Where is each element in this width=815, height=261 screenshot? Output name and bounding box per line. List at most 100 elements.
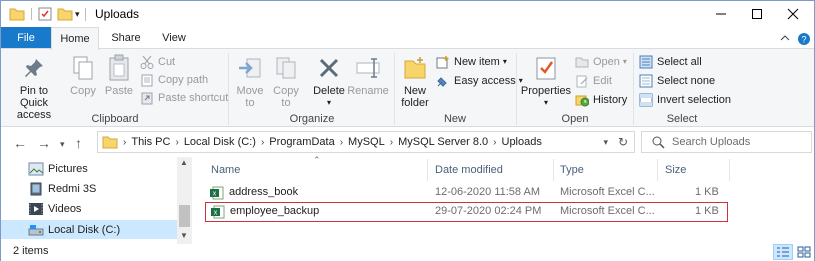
nav-item-pictures[interactable]: Pictures: [28, 159, 88, 178]
column-divider[interactable]: [657, 159, 658, 181]
tab-home[interactable]: Home: [51, 27, 99, 50]
properties-dropdown-icon: ▾: [543, 98, 548, 107]
copy-to-button[interactable]: Copy to: [269, 53, 303, 109]
close-button[interactable]: [770, 1, 815, 27]
breadcrumb-chevron-icon[interactable]: ›: [123, 137, 126, 148]
select-all-label: Select all: [657, 55, 702, 68]
easy-access-button[interactable]: Easy access ▾: [435, 72, 523, 89]
column-header-name[interactable]: Name: [211, 164, 240, 176]
nav-item-local-disk[interactable]: Local Disk (C:): [1, 220, 177, 239]
forward-arrow-icon[interactable]: →: [37, 135, 51, 151]
copy-icon: [67, 53, 99, 83]
column-header-date[interactable]: Date modified: [435, 164, 503, 176]
scroll-up-icon[interactable]: ▲: [180, 158, 188, 167]
properties-button[interactable]: Properties ▾: [520, 53, 572, 109]
paste-icon: [103, 53, 135, 83]
breadcrumb-this-pc[interactable]: This PC: [131, 136, 170, 148]
up-arrow-icon[interactable]: ↑: [75, 135, 82, 151]
paste-shortcut-icon: [139, 91, 155, 105]
large-icons-view-button[interactable]: [794, 244, 814, 260]
easy-access-icon: [435, 74, 451, 88]
scrollbar-thumb[interactable]: [179, 205, 190, 227]
back-arrow-icon[interactable]: ←: [13, 135, 27, 151]
invert-selection-label: Invert selection: [657, 93, 731, 106]
recent-locations-icon[interactable]: ▾: [60, 139, 65, 150]
address-bar[interactable]: › This PC › Local Disk (C:) › ProgramDat…: [97, 131, 635, 153]
expand-ribbon-icon[interactable]: [779, 32, 791, 44]
file-name: employee_backup: [230, 205, 320, 217]
rename-icon: [352, 53, 384, 83]
breadcrumb-chevron-icon[interactable]: ›: [493, 137, 496, 148]
nav-label: Pictures: [48, 162, 88, 175]
column-divider[interactable]: [553, 159, 554, 181]
search-input[interactable]: Search Uploads: [641, 131, 812, 153]
breadcrumb-chevron-icon[interactable]: ›: [340, 137, 343, 148]
navigation-bar: ← → ▾ ↑ › This PC › Local Disk (C:) › Pr…: [1, 127, 814, 157]
rename-button[interactable]: Rename: [347, 53, 389, 97]
help-icon[interactable]: ?: [797, 32, 811, 45]
new-item-label: New item: [454, 55, 500, 68]
address-folder-icon: [102, 135, 118, 149]
history-icon: [574, 93, 590, 107]
file-row-employee-backup[interactable]: x employee_backup 29-07-2020 02:24 PM Mi…: [205, 202, 728, 222]
pin-to-quick-access-button[interactable]: Pin to Quick access: [5, 53, 63, 121]
videos-icon: [28, 202, 44, 216]
file-row-address-book[interactable]: x address_book 12-06-2020 11:58 AM Micro…: [205, 183, 728, 203]
rename-label: Rename: [347, 85, 389, 97]
select-group-label: Select: [666, 113, 698, 125]
scroll-down-icon[interactable]: ▼: [180, 231, 188, 240]
cut-button[interactable]: Cut: [139, 53, 175, 70]
breadcrumb-chevron-icon[interactable]: ›: [261, 137, 264, 148]
phone-icon: [28, 182, 44, 196]
address-dropdown-icon[interactable]: ▾: [603, 137, 608, 148]
new-item-button[interactable]: New item ▾: [435, 53, 507, 70]
breadcrumb-mysql-server[interactable]: MySQL Server 8.0: [398, 136, 488, 148]
breadcrumb-chevron-icon[interactable]: ›: [390, 137, 393, 148]
paste-shortcut-button[interactable]: Paste shortcut: [139, 89, 228, 106]
select-none-button[interactable]: Select none: [638, 72, 715, 89]
select-none-label: Select none: [657, 74, 716, 87]
select-all-button[interactable]: Select all: [638, 53, 702, 70]
file-type: Microsoft Excel C...: [560, 205, 655, 217]
move-to-label-line2: to: [245, 97, 255, 109]
refresh-icon[interactable]: ↻: [618, 135, 628, 149]
new-folder-button[interactable]: New folder: [397, 53, 433, 109]
breadcrumb-chevron-icon[interactable]: ›: [175, 137, 178, 148]
column-divider[interactable]: [427, 159, 428, 181]
copy-button[interactable]: Copy: [65, 53, 101, 97]
details-view-button[interactable]: [773, 244, 793, 260]
easy-access-label: Easy access: [454, 74, 516, 87]
new-item-dropdown-icon: ▾: [502, 57, 507, 66]
column-divider[interactable]: [729, 159, 730, 181]
delete-button[interactable]: Delete ▾: [311, 53, 347, 109]
nav-item-videos[interactable]: Videos: [28, 199, 81, 218]
column-header-type[interactable]: Type: [560, 164, 584, 176]
edit-button[interactable]: Edit: [574, 72, 612, 89]
breadcrumb-mysql[interactable]: MySQL: [348, 136, 385, 148]
open-button[interactable]: Open ▾: [574, 53, 627, 70]
new-folder-quick-icon[interactable]: [57, 6, 73, 22]
breadcrumb-uploads[interactable]: Uploads: [502, 136, 542, 148]
nav-item-redmi-3s[interactable]: Redmi 3S: [28, 179, 96, 198]
copy-path-icon: [139, 73, 155, 87]
nav-label: Local Disk (C:): [48, 223, 121, 236]
paste-button[interactable]: Paste: [103, 53, 135, 97]
properties-quick-icon[interactable]: [37, 6, 53, 22]
customize-toolbar-icon[interactable]: ▾: [75, 9, 80, 25]
copy-path-button[interactable]: Copy path: [139, 71, 208, 88]
breadcrumb-programdata[interactable]: ProgramData: [269, 136, 334, 148]
file-type: Microsoft Excel C...: [560, 186, 655, 198]
svg-text:?: ?: [801, 35, 806, 45]
tab-share[interactable]: Share: [101, 27, 151, 49]
new-group-label: New: [443, 113, 466, 125]
tab-view[interactable]: View: [151, 27, 197, 49]
move-to-button[interactable]: Move to: [233, 53, 267, 109]
history-button[interactable]: History: [574, 91, 627, 108]
invert-selection-button[interactable]: Invert selection: [638, 91, 731, 108]
file-name: address_book: [229, 186, 299, 198]
breadcrumb-local-disk[interactable]: Local Disk (C:): [184, 136, 256, 148]
tab-file[interactable]: File: [1, 27, 51, 49]
invert-selection-icon: [638, 93, 654, 107]
column-header-size[interactable]: Size: [665, 164, 686, 176]
nav-scrollbar[interactable]: ▲ ▼: [177, 157, 192, 244]
